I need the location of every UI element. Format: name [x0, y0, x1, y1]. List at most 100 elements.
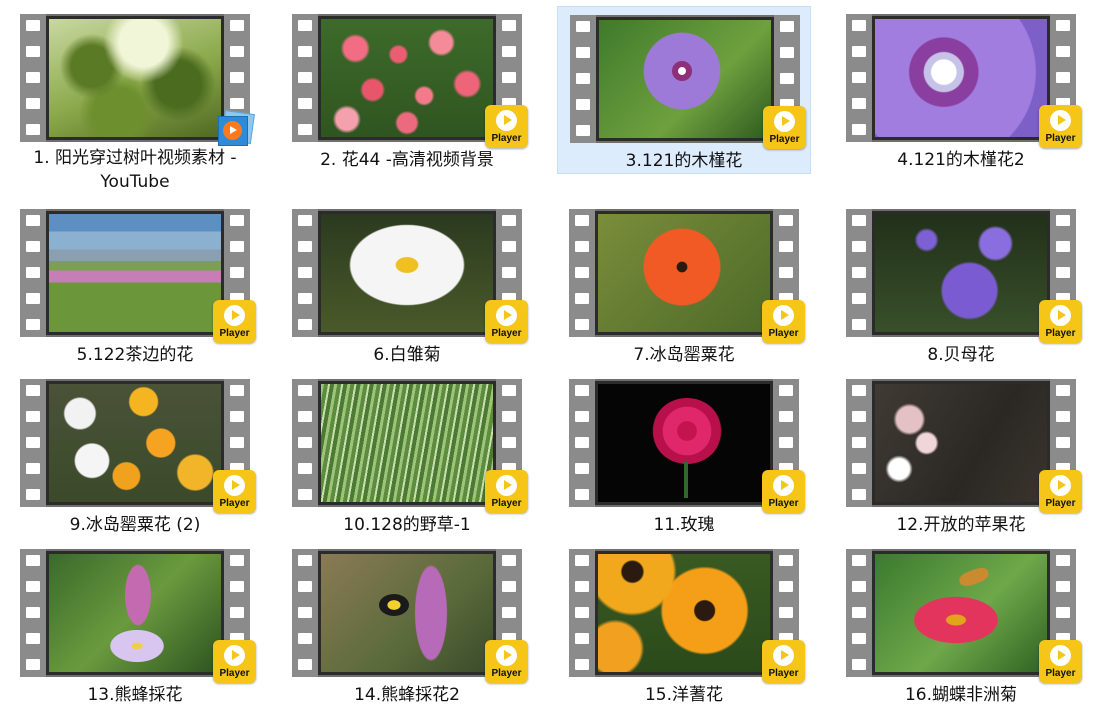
video-thumbnail[interactable]: Player — [20, 209, 256, 343]
film-sprocket-hole — [298, 319, 312, 330]
film-sprocket-hole — [298, 46, 312, 57]
film-sprocket-hole — [230, 581, 244, 592]
player-badge-text: Player — [769, 134, 800, 145]
video-file-name[interactable]: 6.白雏菊 — [280, 343, 534, 367]
video-item[interactable]: Player 4.121的木槿花2 — [834, 6, 1088, 174]
video-thumbnail[interactable]: Player — [846, 379, 1082, 513]
film-sprocket-hole — [575, 411, 589, 422]
film-sprocket-hole — [1056, 215, 1070, 226]
film-sprocket-hole — [575, 267, 589, 278]
video-thumbnail[interactable]: Player — [846, 14, 1082, 148]
video-frame-image — [595, 551, 773, 675]
video-thumbnail[interactable]: Player — [570, 15, 806, 149]
video-frame-image — [595, 381, 773, 505]
player-badge-text: Player — [219, 328, 250, 339]
video-thumbnail[interactable]: Player — [569, 379, 805, 513]
video-thumbnail[interactable]: Player — [292, 209, 528, 343]
film-sprocket-hole — [852, 607, 866, 618]
film-sprocket-hole — [780, 21, 794, 32]
video-item[interactable]: Player 14.熊蜂採花2 — [280, 541, 534, 709]
film-sprocket-hole — [852, 463, 866, 474]
film-sprocket-hole — [1056, 555, 1070, 566]
video-thumbnail[interactable]: Player — [569, 549, 805, 683]
film-sprocket-hole — [779, 555, 793, 566]
film-sprocket-hole — [298, 98, 312, 109]
video-file-name[interactable]: 2. 花44 -高清视频背景 — [280, 148, 534, 172]
film-sprocket-hole — [1056, 72, 1070, 83]
film-sprocket-hole — [852, 98, 866, 109]
player-badge-text: Player — [491, 668, 522, 679]
video-item[interactable]: Player 6.白雏菊 — [280, 201, 534, 369]
player-app-icon: Player — [213, 470, 256, 513]
film-sprocket-hole — [26, 241, 40, 252]
video-thumbnail[interactable]: Player — [20, 549, 256, 683]
video-item[interactable]: Player 13.熊蜂採花 — [8, 541, 262, 709]
thumbnail-picture — [49, 214, 221, 332]
film-strip-left — [846, 209, 872, 337]
thumbnail-picture — [49, 19, 221, 137]
film-sprocket-hole — [298, 463, 312, 474]
film-sprocket-hole — [298, 215, 312, 226]
video-item[interactable]: Player 11.玫瑰 — [557, 371, 811, 539]
video-file-name[interactable]: 8.贝母花 — [834, 343, 1088, 367]
video-item[interactable]: 1. 阳光穿过树叶视频素材 - YouTube — [8, 6, 262, 196]
video-file-name[interactable]: 1. 阳光穿过树叶视频素材 - YouTube — [8, 146, 262, 194]
player-badge-text: Player — [1045, 498, 1076, 509]
video-file-name[interactable]: 10.128的野草-1 — [280, 513, 534, 537]
film-sprocket-hole — [298, 385, 312, 396]
film-sprocket-hole — [779, 437, 793, 448]
play-icon — [773, 305, 794, 326]
film-strip-left — [846, 549, 872, 677]
video-file-name[interactable]: 3.121的木槿花 — [558, 149, 810, 173]
video-file-name[interactable]: 13.熊蜂採花 — [8, 683, 262, 707]
video-thumbnail[interactable]: Player — [292, 549, 528, 683]
film-sprocket-hole — [502, 555, 516, 566]
thumbnail-picture — [875, 214, 1047, 332]
play-icon — [1050, 645, 1071, 666]
video-thumbnail[interactable]: Player — [292, 379, 528, 513]
video-item[interactable]: Player 15.洋蓍花 — [557, 541, 811, 709]
thumbnail-picture — [598, 214, 770, 332]
film-sprocket-hole — [575, 463, 589, 474]
video-file-name[interactable]: 7.冰岛罂粟花 — [557, 343, 811, 367]
video-item[interactable]: Player 12.开放的苹果花 — [834, 371, 1088, 539]
player-badge-text: Player — [219, 498, 250, 509]
film-strip-left — [570, 15, 596, 143]
film-sprocket-hole — [852, 581, 866, 592]
film-sprocket-hole — [779, 581, 793, 592]
play-icon — [496, 645, 517, 666]
film-sprocket-hole — [26, 555, 40, 566]
video-thumbnail[interactable]: Player — [846, 549, 1082, 683]
film-sprocket-hole — [298, 124, 312, 135]
video-thumbnail[interactable]: Player — [292, 14, 528, 148]
player-app-icon: Player — [485, 640, 528, 683]
video-thumbnail[interactable]: Player — [569, 209, 805, 343]
video-file-name[interactable]: 5.122茶边的花 — [8, 343, 262, 367]
video-file-name[interactable]: 11.玫瑰 — [557, 513, 811, 537]
video-file-name[interactable]: 4.121的木槿花2 — [834, 148, 1088, 172]
video-file-name[interactable]: 12.开放的苹果花 — [834, 513, 1088, 537]
film-strip-left — [846, 14, 872, 142]
film-sprocket-hole — [298, 241, 312, 252]
video-file-name[interactable]: 14.熊蜂採花2 — [280, 683, 534, 707]
video-item[interactable]: Player 10.128的野草-1 — [280, 371, 534, 539]
video-item[interactable]: Player 7.冰岛罂粟花 — [557, 201, 811, 369]
film-sprocket-hole — [298, 555, 312, 566]
film-sprocket-hole — [230, 411, 244, 422]
video-file-name[interactable]: 16.蝴蝶非洲菊 — [834, 683, 1088, 707]
video-thumbnail[interactable]: Player — [846, 209, 1082, 343]
video-item[interactable]: Player 3.121的木槿花 — [557, 6, 811, 174]
film-sprocket-hole — [26, 98, 40, 109]
player-app-icon: Player — [1039, 470, 1082, 513]
video-thumbnail[interactable] — [20, 14, 255, 146]
video-item[interactable]: Player 8.贝母花 — [834, 201, 1088, 369]
film-sprocket-hole — [575, 659, 589, 670]
video-item[interactable]: Player 16.蝴蝶非洲菊 — [834, 541, 1088, 709]
video-item[interactable]: Player 5.122茶边的花 — [8, 201, 262, 369]
video-item[interactable]: Player 2. 花44 -高清视频背景 — [280, 6, 534, 174]
video-frame-image — [872, 16, 1050, 140]
video-thumbnail[interactable]: Player — [20, 379, 256, 513]
video-item[interactable]: Player 9.冰岛罂粟花 (2) — [8, 371, 262, 539]
video-file-name[interactable]: 15.洋蓍花 — [557, 683, 811, 707]
video-file-name[interactable]: 9.冰岛罂粟花 (2) — [8, 513, 262, 537]
